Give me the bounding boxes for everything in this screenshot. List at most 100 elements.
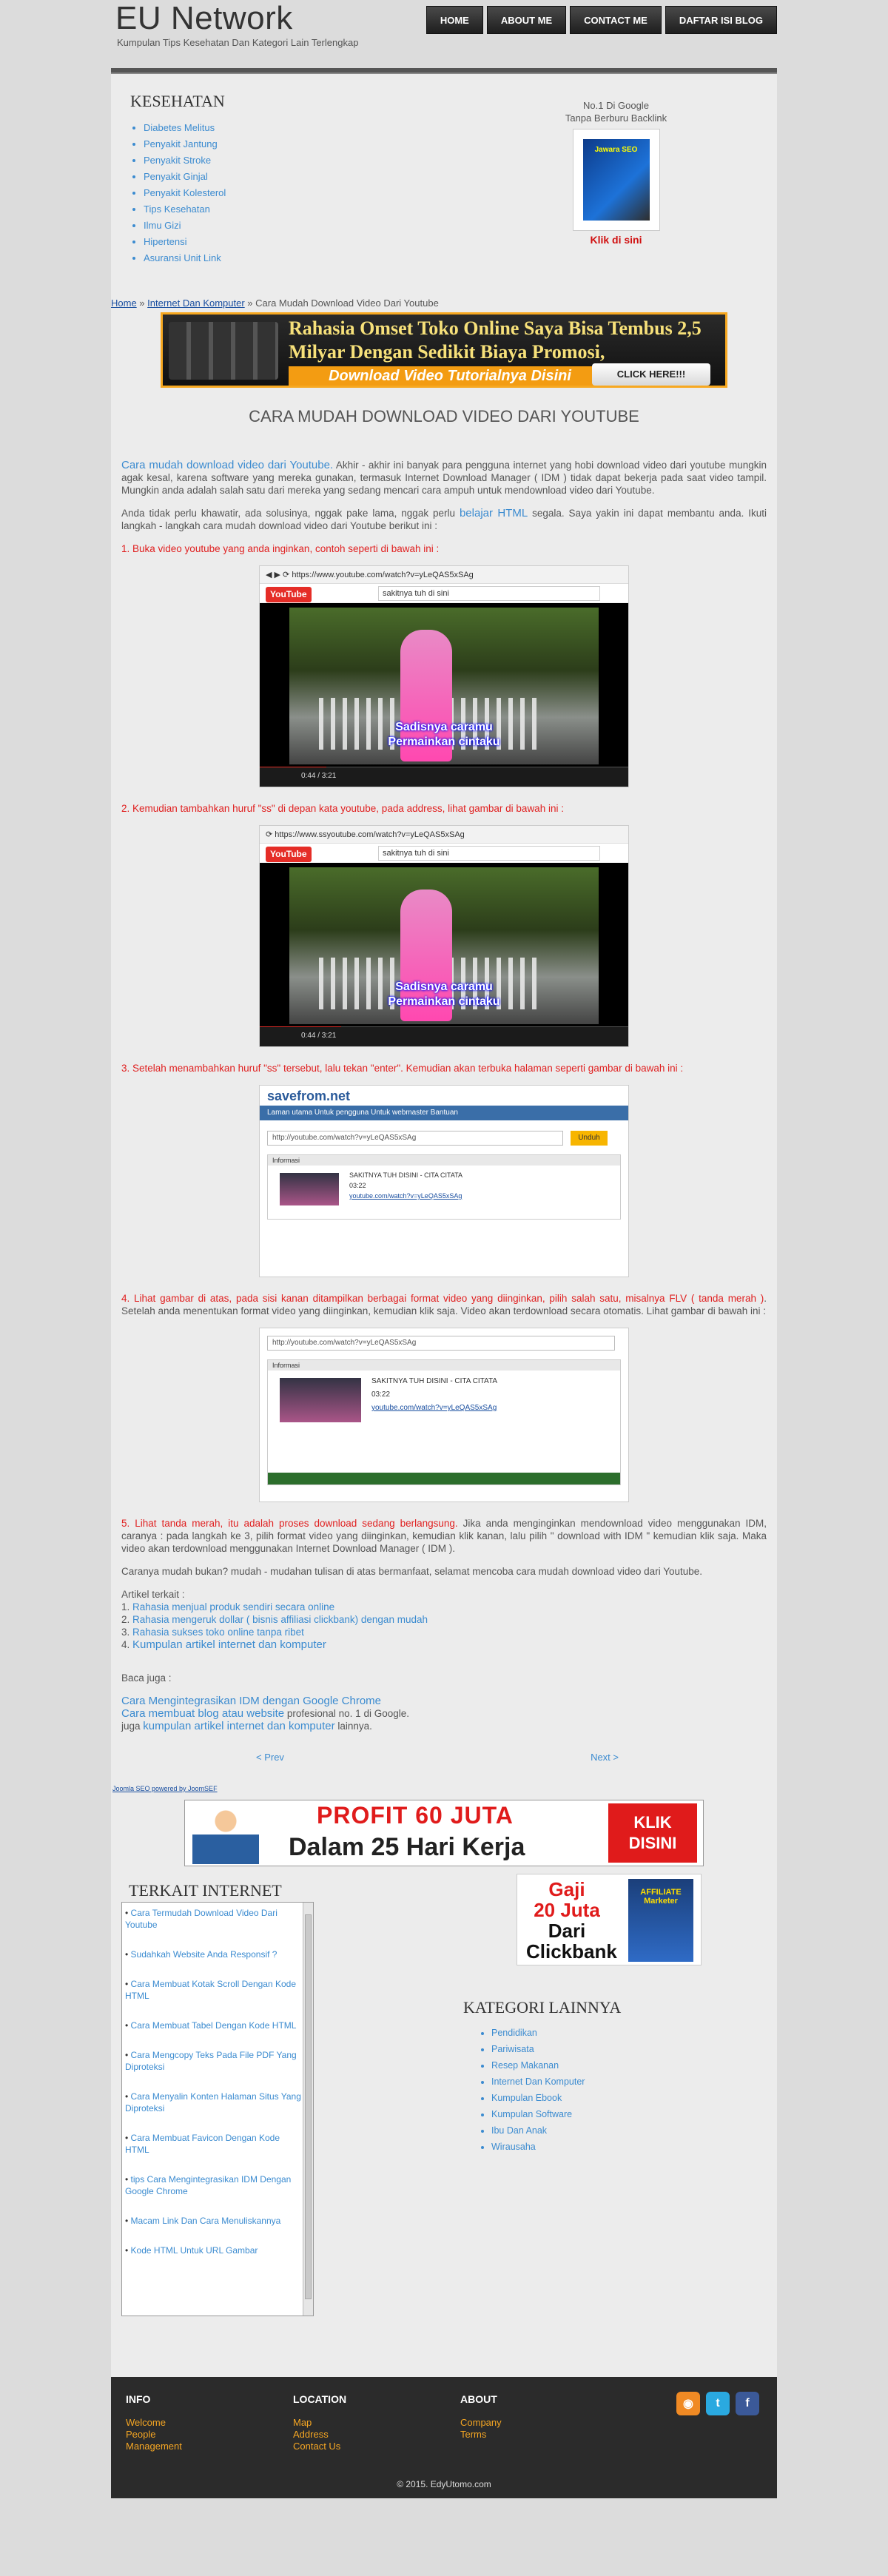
terkait-item[interactable]: Sudahkah Website Anda Responsif ? [125,1948,301,1960]
terkait-item[interactable]: Cara Membuat Kotak Scroll Dengan Kode HT… [125,1978,301,2002]
footer-link-people[interactable]: People [126,2429,182,2441]
video-thumbnail [280,1173,339,1205]
nav-about-me[interactable]: ABOUT ME [486,6,567,34]
breadcrumb-home[interactable]: Home [111,297,137,309]
baca-link-blog[interactable]: Cara membuat blog atau website [121,1707,284,1720]
scrollbar-thumb[interactable] [305,1914,312,2299]
site-title[interactable]: EU Network [115,0,293,37]
related-link[interactable]: Kumpulan artikel internet dan komputer [132,1638,326,1651]
kesehatan-item[interactable]: Diabetes Melitus [144,120,226,136]
kesehatan-item[interactable]: Penyakit Kolesterol [144,185,226,201]
footer-link-terms[interactable]: Terms [460,2429,502,2441]
terkait-scroll-box[interactable]: Cara Termudah Download Video Dari Youtub… [121,1902,314,2316]
video-source-link: youtube.com/watch?v=yLeQAS5xSAg [371,1404,497,1412]
terkait-item[interactable]: Cara Menyalin Konten Halaman Situs Yang … [125,2091,301,2114]
banner-cameras-image [169,322,278,380]
kesehatan-item[interactable]: Asuransi Unit Link [144,250,226,266]
klik-disini-button[interactable]: KLIK DISINI [608,1803,697,1863]
terkait-item[interactable]: Cara Membuat Favicon Dengan Kode HTML [125,2132,301,2156]
footer-link-address[interactable]: Address [293,2429,346,2441]
kesehatan-item[interactable]: Ilmu Gizi [144,218,226,234]
terkait-item[interactable]: Cara Membuat Tabel Dengan Kode HTML [125,2020,301,2031]
kesehatan-item[interactable]: Penyakit Stroke [144,152,226,169]
kesehatan-item[interactable]: Penyakit Jantung [144,136,226,152]
profit-banner[interactable]: PROFIT 60 JUTA Dalam 25 Hari Kerja KLIK … [184,1800,704,1866]
video-duration: 03:22 [371,1390,391,1399]
page: EU Network Kumpulan Tips Kesehatan Dan K… [111,0,777,2498]
video-player: Sadisnya caramu Permainkan cintaku 0:44 … [260,863,628,1046]
kategori-item[interactable]: Kumpulan Ebook [491,2090,621,2106]
footer-link-management[interactable]: Management [126,2441,182,2452]
promo-cta-link[interactable]: Klik di sini [551,234,681,246]
belajar-html-link[interactable]: belajar HTML [460,507,528,519]
footer-link-map[interactable]: Map [293,2417,346,2429]
kesehatan-item[interactable]: Tips Kesehatan [144,201,226,218]
related-num: 2. [121,1614,133,1625]
related-num: 1. [121,1601,133,1612]
download-progress-screenshot: http://youtube.com/watch?v=yLeQAS5xSAg I… [259,1328,629,1502]
video-thumbnail [280,1378,361,1422]
header-divider [111,68,777,74]
powered-by-link[interactable]: Joomla SEO powered by JoomSEF [112,1785,218,1792]
kategori-item[interactable]: Wirausaha [491,2139,621,2155]
baca-link-kumpulan[interactable]: kumpulan artikel internet dan komputer [143,1720,334,1732]
prev-link[interactable]: < Prev [256,1752,284,1763]
twitter-icon[interactable]: t [706,2392,730,2415]
terkait-item[interactable]: tips Cara Mengintegrasikan IDM Dengan Go… [125,2173,301,2197]
footer-about-column: ABOUT Company Terms [460,2393,502,2441]
terkait-item[interactable]: Kode HTML Untuk URL Gambar [125,2244,301,2256]
rss-icon[interactable]: ◉ [676,2392,700,2415]
step4-red: 4. Lihat gambar di atas, pada sisi kanan… [121,1293,764,1304]
kesehatan-item[interactable]: Hipertensi [144,234,226,250]
kategori-item[interactable]: Internet Dan Komputer [491,2074,621,2090]
kategori-lainnya-widget: KATEGORI LAINNYA Pendidikan Pariwisata R… [463,1998,621,2155]
terkait-item[interactable]: Macam Link Dan Cara Menuliskannya [125,2215,301,2227]
video-title: SAKITNYA TUH DISINI - CITA CITATA [349,1171,463,1179]
next-link[interactable]: Next > [591,1752,619,1763]
nav-contact-me[interactable]: CONTACT ME [570,6,662,34]
nav-home[interactable]: HOME [426,6,483,34]
terkait-title: TERKAIT INTERNET [129,1881,282,1900]
terkait-item[interactable]: Cara Termudah Download Video Dari Youtub… [125,1907,301,1931]
related-link[interactable]: Rahasia menjual produk sendiri secara on… [132,1601,334,1612]
kategori-list: Pendidikan Pariwisata Resep Makanan Inte… [463,2025,621,2155]
banner-line1: Rahasia Omset Toko Online Saya Bisa Temb… [289,317,702,339]
terkait-item[interactable]: Cara Mengcopy Teks Pada File PDF Yang Di… [125,2049,301,2073]
related-link[interactable]: Rahasia sukses toko online tanpa ribet [132,1627,304,1638]
article-p2: Anda tidak perlu khawatir, ada solusinya… [121,507,767,532]
gaji-clickbank-banner[interactable]: Gaji 20 Juta Dari Clickbank AFFILIATE Ma… [517,1874,702,1965]
gaji-line2: Dari Clickbank [526,1920,617,1963]
related-item-2: 2. Rahasia mengeruk dollar ( bisnis affi… [121,1613,767,1626]
profit-banner-line1: PROFIT 60 JUTA [317,1802,514,1829]
savefrom-info-panel: Informasi SAKITNYA TUH DISINI - CITA CIT… [267,1154,621,1220]
kategori-item[interactable]: Pendidikan [491,2025,621,2041]
kategori-item[interactable]: Kumpulan Software [491,2106,621,2122]
footer-link-company[interactable]: Company [460,2417,502,2429]
kategori-item[interactable]: Resep Makanan [491,2057,621,2074]
breadcrumb-category[interactable]: Internet Dan Komputer [147,297,245,309]
toko-online-banner[interactable]: Rahasia Omset Toko Online Saya Bisa Temb… [161,312,727,388]
terkait-scrollbar[interactable] [303,1903,313,2316]
footer-link-welcome[interactable]: Welcome [126,2417,182,2429]
article-title: CARA MUDAH DOWNLOAD VIDEO DARI YOUTUBE [249,407,639,426]
baca-link-idm[interactable]: Cara Mengintegrasikan IDM dengan Google … [121,1695,381,1707]
youtube-screenshot-1: ◀ ▶ ⟳ https://www.youtube.com/watch?v=yL… [259,565,629,787]
promo-book-image[interactable]: Jawara SEO [572,129,660,231]
step4-text: 4. Lihat gambar di atas, pada sisi kanan… [121,1292,767,1317]
step1-text: 1. Buka video youtube yang anda inginkan… [121,543,440,554]
nav-daftar-isi-blog[interactable]: DAFTAR ISI BLOG [665,6,777,34]
video-player: Sadisnya caramu Permainkan cintaku 0:44 … [260,603,628,787]
facebook-icon[interactable]: f [736,2392,759,2415]
banner-line3: Download Video Tutorialnya Disini [289,366,611,386]
footer-link-contact-us[interactable]: Contact Us [293,2441,346,2452]
related-link[interactable]: Rahasia mengeruk dollar ( bisnis affilia… [132,1614,428,1625]
kategori-item[interactable]: Pariwisata [491,2041,621,2057]
article-intro: Cara mudah download video dari Youtube. … [121,459,767,497]
kesehatan-item[interactable]: Penyakit Ginjal [144,169,226,185]
address-url: https://www.youtube.com/watch?v=yLeQAS5x… [292,571,474,579]
banner-click-here-button[interactable]: CLICK HERE!!! [592,363,710,386]
kategori-item[interactable]: Ibu Dan Anak [491,2122,621,2139]
breadcrumb-separator: » [136,297,148,309]
p2-text-a: Anda tidak perlu khawatir, ada solusinya… [121,508,460,519]
intro-link[interactable]: Cara mudah download video dari Youtube. [121,459,333,471]
